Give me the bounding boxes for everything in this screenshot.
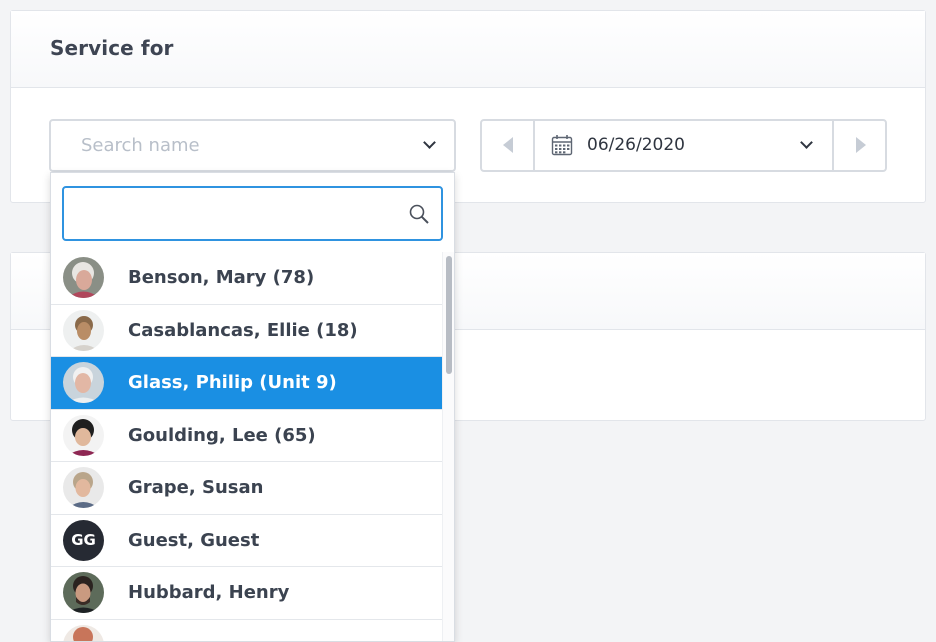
list-item-label: Goulding, Lee (65)	[128, 424, 316, 446]
name-select[interactable]: Search name	[49, 119, 456, 172]
list-item-label: Hubbard, Henry	[128, 582, 290, 604]
list-item-label: Grape, Susan	[128, 477, 264, 499]
list-item[interactable]: Hubbard, Henry	[51, 567, 442, 620]
list-item[interactable]: Casablancas, Ellie (18)	[51, 304, 442, 357]
caret-right-icon	[856, 137, 866, 153]
list-item[interactable]: Benson, Mary (78)	[51, 252, 442, 305]
list-item-label: Glass, Philip (Unit 9)	[128, 372, 337, 394]
list-item[interactable]: Goulding, Lee (65)	[51, 409, 442, 462]
list-item-selected[interactable]: Glass, Philip (Unit 9)	[51, 357, 442, 410]
scrollbar-thumb[interactable]	[446, 256, 452, 374]
calendar-icon	[551, 135, 573, 156]
list-item[interactable]: Grape, Susan	[51, 462, 442, 515]
search-input[interactable]	[64, 188, 394, 239]
card-header: Service for	[11, 11, 925, 88]
avatar	[63, 362, 104, 404]
list-item-label: Benson, Mary (78)	[128, 267, 315, 289]
list-item[interactable]: GG Guest, Guest	[51, 514, 442, 567]
name-select-placeholder: Search name	[81, 135, 200, 156]
list-item-partial[interactable]	[51, 619, 442, 641]
dropdown-search[interactable]	[62, 186, 443, 241]
caret-left-icon	[503, 137, 513, 153]
list-item-label: Casablancas, Ellie (18)	[128, 319, 358, 341]
name-list: Benson, Mary (78) Casablancas, Ellie (18…	[51, 252, 442, 641]
scrollbar[interactable]	[442, 252, 454, 641]
list-item-label: Guest, Guest	[128, 529, 260, 551]
avatar	[63, 467, 104, 509]
date-value: 06/26/2020	[587, 135, 685, 155]
chevron-down-icon	[423, 136, 436, 149]
avatar	[63, 414, 104, 456]
chevron-down-icon[interactable]	[800, 136, 813, 149]
avatar	[63, 624, 104, 641]
avatar	[63, 257, 104, 299]
avatar-initials: GG	[63, 519, 104, 561]
next-date-button[interactable]	[832, 121, 885, 170]
avatar	[63, 309, 104, 351]
date-picker[interactable]: 06/26/2020	[480, 119, 887, 172]
previous-date-button[interactable]	[482, 121, 535, 170]
page-title: Service for	[50, 36, 174, 60]
name-dropdown: Benson, Mary (78) Casablancas, Ellie (18…	[50, 172, 455, 642]
search-icon	[409, 204, 429, 224]
avatar	[63, 572, 104, 614]
